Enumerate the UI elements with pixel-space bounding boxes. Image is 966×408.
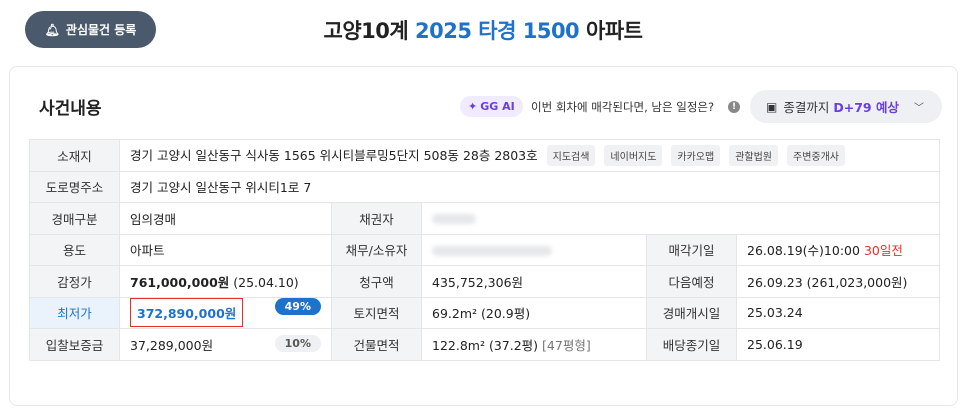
appraisal-value: 761,000,000원 <box>130 274 230 290</box>
title-court: 고양10계 <box>323 19 409 43</box>
sale-date-label: 매각기일 <box>646 233 737 266</box>
title-type: 아파트 <box>586 19 643 43</box>
chevron-down-icon: ﹀ <box>914 103 924 114</box>
creditor-value <box>421 202 940 235</box>
building-area-label: 건물면적 <box>331 328 422 361</box>
dday-prefix: 종결까지 <box>783 100 830 115</box>
min-price-value: 372,890,000원 <box>130 298 244 328</box>
page-title: 고양10계 2025 타경 1500 아파트 <box>0 15 966 45</box>
sale-date-dday: 30일전 <box>863 243 903 259</box>
sale-date-value: 26.08.19(수)10:00 <box>747 243 860 259</box>
blurred-text <box>432 245 552 256</box>
auction-type-label: 경매구분 <box>29 202 120 235</box>
debtor-value <box>421 233 647 266</box>
claim-value: 435,752,306원 <box>421 265 647 298</box>
info-icon[interactable]: ! <box>728 101 740 113</box>
nearby-agent-chip[interactable]: 주변중개사 <box>787 144 845 166</box>
next-schedule-value: 26.09.23 (261,023,000원) <box>736 265 940 298</box>
table-row: 경매구분 임의경매 채권자 <box>29 202 940 235</box>
dividend-deadline-value: 25.06.19 <box>736 328 940 361</box>
auction-start-value: 25.03.24 <box>736 296 940 329</box>
auction-type-value: 임의경매 <box>119 202 332 235</box>
min-price-label: 최저가 <box>29 296 120 329</box>
deposit-value: 37,289,000원 <box>130 337 214 353</box>
table-row: 소재지 경기 고양시 일산동구 식사동 1565 위시티블루밍5단지 508동 … <box>29 139 940 172</box>
court-chip[interactable]: 관할법원 <box>729 144 779 166</box>
auction-start-label: 경매개시일 <box>646 296 737 329</box>
deposit-cell: 37,289,000원 10% <box>119 328 332 361</box>
case-details-card: 사건내용 ✦ GG AI 이번 회차에 매각된다면, 남은 일정은? ! ▣ 종… <box>9 66 958 406</box>
road-address-label: 도로명주소 <box>29 170 120 203</box>
min-price-cell: 372,890,000원 49% <box>119 296 332 329</box>
sale-date-cell: 26.08.19(수)10:00 30일전 <box>736 233 940 266</box>
appraisal-cell: 761,000,000원 (25.04.10) <box>119 265 332 298</box>
address-value: 경기 고양시 일산동구 식사동 1565 위시티블루밍5단지 508동 28층 … <box>130 147 538 163</box>
dday-dropdown[interactable]: ▣ 종결까지 D+79 예상 ﹀ <box>750 90 942 123</box>
sparkle-icon: ✦ <box>468 100 478 113</box>
case-info-table: 소재지 경기 고양시 일산동구 식사동 1565 위시티블루밍5단지 508동 … <box>29 139 940 361</box>
appraisal-label: 감정가 <box>29 265 120 298</box>
usage-label: 용도 <box>29 233 120 266</box>
appraisal-date: (25.04.10) <box>233 274 299 290</box>
building-area-cell: 122.8m² (37.2평) [47평형] <box>421 328 647 361</box>
claim-label: 청구액 <box>331 265 422 298</box>
title-case-number: 2025 타경 1500 <box>415 19 580 43</box>
deposit-label: 입찰보증금 <box>29 328 120 361</box>
land-area-label: 토지면적 <box>331 296 422 329</box>
card-title: 사건내용 <box>39 99 102 119</box>
road-address-value: 경기 고양시 일산동구 위시티1로 7 <box>119 170 940 203</box>
address-cell: 경기 고양시 일산동구 식사동 1565 위시티블루밍5단지 508동 28층 … <box>119 139 940 172</box>
deposit-percent-badge: 10% <box>274 334 321 352</box>
building-area-pyeong-type: [47평형] <box>542 337 591 353</box>
card-header: 사건내용 ✦ GG AI 이번 회차에 매각된다면, 남은 일정은? ! ▣ 종… <box>10 67 957 133</box>
min-price-percent-badge: 49% <box>274 298 321 316</box>
table-row: 입찰보증금 37,289,000원 10% 건물면적 122.8m² (37.2… <box>29 328 940 361</box>
gg-ai-label: GG AI <box>480 100 515 113</box>
header: 🔔︎ 관심물건 등록 고양10계 2025 타경 1500 아파트 <box>0 0 966 60</box>
dividend-deadline-label: 배당종기일 <box>646 328 737 361</box>
table-row: 최저가 372,890,000원 49% 토지면적 69.2m² (20.9평)… <box>29 296 940 329</box>
address-label: 소재지 <box>29 139 120 172</box>
naver-map-chip[interactable]: 네이버지도 <box>604 144 663 166</box>
table-row: 감정가 761,000,000원 (25.04.10) 청구액 435,752,… <box>29 265 940 298</box>
dday-value: D+79 예상 <box>833 100 899 115</box>
gg-ai-badge[interactable]: ✦ GG AI <box>460 96 523 117</box>
blurred-text <box>432 214 476 225</box>
land-area-value: 69.2m² (20.9평) <box>421 296 647 329</box>
kakao-map-chip[interactable]: 카카오맵 <box>671 144 721 166</box>
debtor-label: 채무/소유자 <box>331 233 422 266</box>
next-schedule-label: 다음예정 <box>646 265 737 298</box>
gg-ai-question[interactable]: 이번 회차에 매각된다면, 남은 일정은? <box>531 99 714 115</box>
usage-value: 아파트 <box>119 233 332 266</box>
building-area-value: 122.8m² (37.2평) <box>432 337 539 353</box>
calendar-icon: ▣ <box>766 99 778 114</box>
table-row: 도로명주소 경기 고양시 일산동구 위시티1로 7 <box>29 170 940 203</box>
map-search-chip[interactable]: 지도검색 <box>546 144 596 166</box>
creditor-label: 채권자 <box>331 202 422 235</box>
table-row: 용도 아파트 채무/소유자 매각기일 26.08.19(수)10:00 30일전 <box>29 233 940 266</box>
